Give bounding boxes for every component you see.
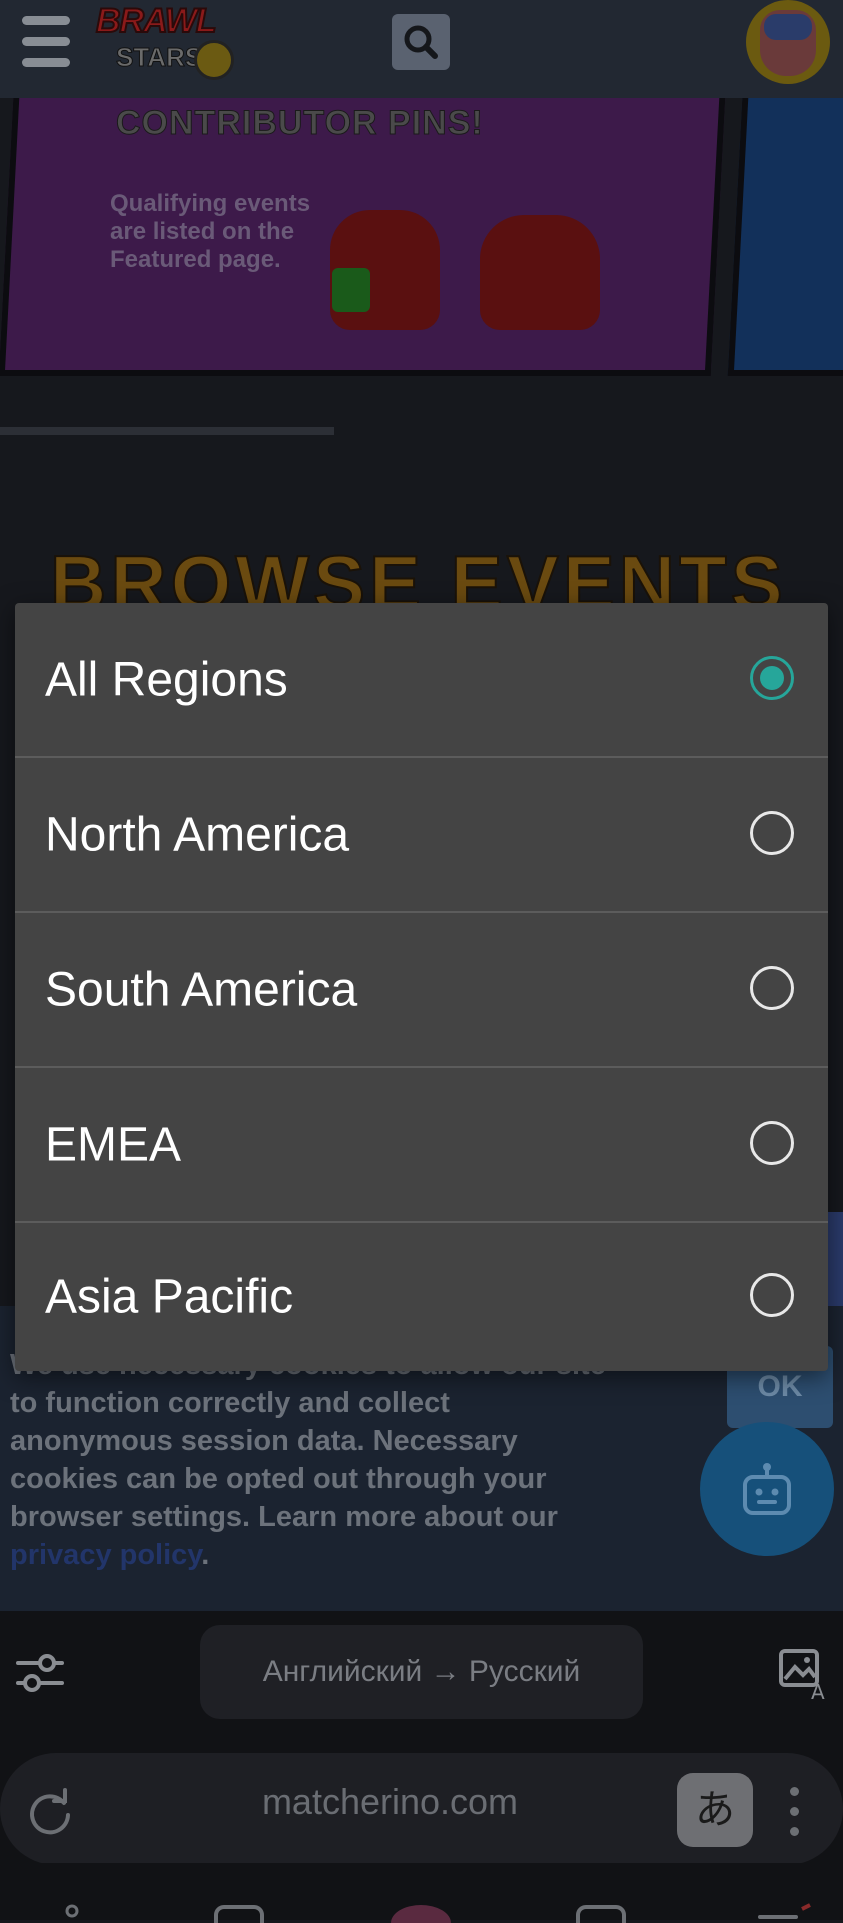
carousel-scrollbar[interactable] xyxy=(0,427,334,435)
nav-profile-icon[interactable] xyxy=(50,1903,90,1923)
browser-address-bar: matcherino.com あ xyxy=(0,1743,843,1865)
region-option-emea[interactable]: EMEA xyxy=(15,1068,828,1221)
nav-alice-icon[interactable] xyxy=(388,1903,454,1923)
brawl-stars-logo[interactable]: BRAWL STARS xyxy=(92,1,242,82)
search-icon xyxy=(404,25,438,59)
bot-icon xyxy=(743,1463,791,1515)
reload-icon[interactable] xyxy=(24,1787,76,1839)
avatar[interactable] xyxy=(746,0,830,84)
region-option-label: Asia Pacific xyxy=(45,1270,294,1324)
thumbs-pin-icon xyxy=(332,268,370,312)
radio-unchecked-icon[interactable] xyxy=(750,1273,794,1317)
region-select-dialog: All Regions North America South America … xyxy=(15,603,828,1371)
promo-banner-next[interactable] xyxy=(727,98,843,376)
region-option-asia-pacific[interactable]: Asia Pacific xyxy=(15,1223,828,1371)
bottom-navigation xyxy=(0,1863,843,1923)
logo-text-bottom: STARS xyxy=(115,42,203,73)
site-header: BRAWL STARS xyxy=(0,0,843,98)
banner-subtitle: Qualifying events are listed on the Feat… xyxy=(110,190,311,273)
menu-icon[interactable] xyxy=(18,12,74,72)
region-option-label: All Regions xyxy=(45,653,288,706)
region-option-all[interactable]: All Regions xyxy=(15,603,828,756)
url-text[interactable]: matcherino.com xyxy=(180,1781,600,1823)
page-translate-button[interactable]: あ xyxy=(677,1773,753,1847)
banner-title: CONTRIBUTOR PINS! xyxy=(116,104,484,143)
radio-unchecked-icon[interactable] xyxy=(750,965,794,1010)
region-option-label: South America xyxy=(45,963,358,1016)
region-option-north-america[interactable]: North America xyxy=(15,758,828,911)
region-option-south-america[interactable]: South America xyxy=(15,913,828,1066)
more-vert-icon[interactable] xyxy=(784,1785,804,1839)
pin-art-icon xyxy=(480,215,600,330)
chatbot-button[interactable] xyxy=(700,1422,834,1556)
address-pill[interactable]: matcherino.com あ xyxy=(0,1753,843,1865)
translate-bar: Английский → Русский A xyxy=(0,1611,843,1743)
region-option-label: North America xyxy=(45,808,350,861)
logo-text-top: BRAWL xyxy=(95,1,218,41)
cookie-text: We use necessary cookies to allow our si… xyxy=(10,1349,606,1571)
radio-checked-icon[interactable] xyxy=(750,655,794,700)
skull-icon xyxy=(194,40,234,80)
svg-text:A: A xyxy=(811,1680,825,1701)
nav-bookmarks-icon[interactable] xyxy=(574,1903,628,1923)
nav-menu-icon[interactable] xyxy=(756,1903,816,1923)
translate-language-pill[interactable]: Английский → Русский xyxy=(200,1625,643,1719)
search-button[interactable] xyxy=(392,14,450,70)
radio-unchecked-icon[interactable] xyxy=(750,810,794,855)
settings-sliders-icon[interactable] xyxy=(14,1647,66,1699)
nav-tabs-icon[interactable] xyxy=(212,1903,266,1923)
privacy-policy-link[interactable]: privacy policy xyxy=(10,1539,201,1571)
region-option-label: EMEA xyxy=(45,1118,182,1171)
radio-unchecked-icon[interactable] xyxy=(750,1120,794,1165)
image-translate-icon[interactable]: A xyxy=(777,1645,833,1701)
